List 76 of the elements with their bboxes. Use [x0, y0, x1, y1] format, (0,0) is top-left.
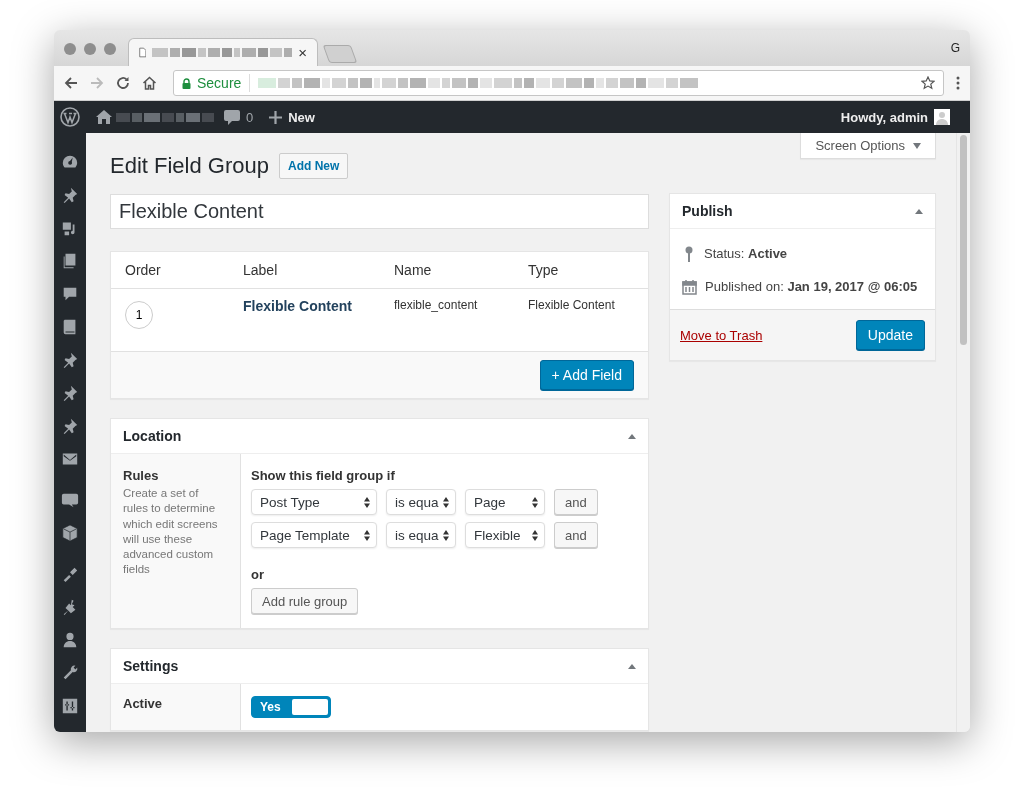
add-field-button[interactable]: + Add Field: [539, 360, 634, 390]
rules-label: Rules: [123, 468, 160, 483]
person-icon[interactable]: [61, 631, 79, 649]
secure-label: Secure: [197, 75, 242, 91]
select-arrows-icon: [532, 496, 538, 508]
rules-description: Create a set of rules to determine which edit screens will use these advanced custom fields: [123, 486, 219, 578]
pushpin-icon[interactable]: [61, 186, 79, 204]
comments-link[interactable]: 0: [224, 109, 254, 125]
new-link[interactable]: New: [269, 109, 315, 125]
select-arrows-icon: [532, 529, 538, 541]
panel-title: Publish: [682, 203, 733, 219]
move-to-trash-link[interactable]: Move to Trash: [680, 327, 763, 343]
select-arrows-icon: [364, 496, 370, 508]
add-rule-group-button[interactable]: Add rule group: [251, 588, 359, 614]
status-text: Status: Active: [704, 246, 788, 261]
scrollbar[interactable]: [956, 133, 970, 732]
panel-title: Location: [123, 428, 182, 444]
title-field[interactable]: Flexible Content: [110, 194, 649, 229]
panel-title: Settings: [123, 658, 179, 674]
table-cell-text: Flexible Content: [528, 297, 616, 314]
home-icon[interactable]: [142, 76, 157, 90]
and-button[interactable]: and: [554, 489, 598, 515]
caret-icon: [913, 142, 921, 149]
select-arrows-icon: [443, 529, 449, 541]
toggle-switch[interactable]: Yes: [251, 696, 331, 718]
cube-icon[interactable]: [61, 524, 79, 542]
wordpress-logo-icon[interactable]: [60, 107, 80, 127]
column-header: Order: [125, 262, 162, 278]
value-select[interactable]: Page: [465, 489, 545, 515]
operator-select[interactable]: is equa: [386, 489, 456, 515]
published-date-text: Published on: Jan 19, 2017 @ 06:05: [705, 279, 918, 294]
operator-select[interactable]: is equa: [386, 522, 456, 548]
back-arrow-icon[interactable]: [64, 76, 78, 90]
update-button[interactable]: Update: [855, 320, 925, 350]
document-icon: [139, 46, 147, 59]
reload-icon[interactable]: [116, 76, 130, 90]
screen-options-tab[interactable]: Screen Options: [800, 133, 936, 159]
speech-badge-icon[interactable]: [61, 491, 79, 509]
and-button[interactable]: and: [554, 522, 598, 548]
profile-initial[interactable]: G: [950, 41, 960, 55]
brush-icon[interactable]: [61, 565, 79, 583]
or-label: or: [251, 567, 264, 582]
condition-heading: Show this field group if: [251, 468, 395, 483]
table-cell-text: flexible_content: [394, 297, 479, 314]
pushpin-icon[interactable]: [61, 417, 79, 435]
plus-icon: [269, 110, 283, 124]
collapse-arrow-icon[interactable]: [915, 208, 923, 214]
param-select[interactable]: Post Type: [251, 489, 377, 515]
address-bar[interactable]: Secure: [173, 70, 944, 96]
column-header: Label: [243, 262, 279, 278]
pushpin-icon[interactable]: [61, 351, 79, 369]
column-header: Type: [528, 262, 560, 278]
add-new-button[interactable]: Add New: [278, 153, 349, 179]
speech-bubble-icon: [224, 109, 240, 125]
close-tab-button[interactable]: ×: [298, 44, 307, 61]
pushpin-icon[interactable]: [61, 384, 79, 402]
value-select[interactable]: Flexible: [465, 522, 545, 548]
star-icon[interactable]: [921, 76, 935, 90]
greeting-link[interactable]: Howdy, admin: [840, 109, 928, 125]
select-arrows-icon: [364, 529, 370, 541]
lock-icon: [182, 77, 191, 89]
browser-tab[interactable]: ×: [128, 38, 318, 66]
collapse-arrow-icon[interactable]: [628, 663, 636, 669]
menu-dots-icon[interactable]: [956, 76, 960, 90]
page-title: Edit Field Group: [110, 153, 269, 179]
setting-label: Active: [123, 696, 164, 711]
home-icon[interactable]: [96, 110, 112, 124]
select-arrows-icon: [443, 496, 449, 508]
sliders-icon[interactable]: [61, 697, 79, 715]
calendar-icon: [682, 278, 697, 295]
blurred-site-name[interactable]: [116, 112, 214, 122]
column-header: Name: [394, 262, 433, 278]
wrench-icon[interactable]: [61, 664, 79, 682]
param-select[interactable]: Page Template: [251, 522, 377, 548]
field-label-link[interactable]: Flexible Content: [243, 298, 352, 314]
collapse-arrow-icon[interactable]: [628, 433, 636, 439]
